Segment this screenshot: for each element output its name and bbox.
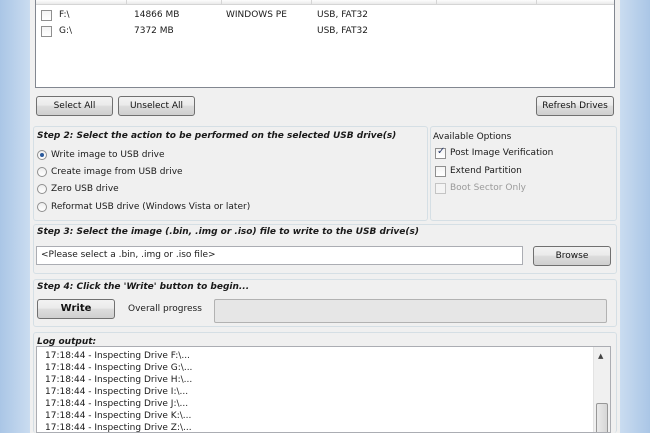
extend-partition-label[interactable]: Extend Partition <box>450 166 522 176</box>
log-line: 17:18:44 - Inspecting Drive F:\... <box>45 351 190 361</box>
log-output[interactable]: 17:18:44 - Inspecting Drive F:\... 17:18… <box>36 346 611 433</box>
reformat-drive-label[interactable]: Reformat USB drive (Windows Vista or lat… <box>51 202 250 212</box>
write-button[interactable]: Write <box>37 299 115 319</box>
refresh-drives-button[interactable]: Refresh Drives <box>536 96 614 116</box>
options-title: Available Options <box>433 132 512 142</box>
write-image-radio[interactable] <box>37 150 47 160</box>
app-client-area: F:\ 14866 MB WINDOWS PE USB, FAT32 G:\ 7… <box>30 0 620 433</box>
log-line: 17:18:44 - Inspecting Drive Z:\... <box>45 423 192 433</box>
write-image-label[interactable]: Write image to USB drive <box>51 150 165 160</box>
zero-drive-radio[interactable] <box>37 184 47 194</box>
drive-type: USB, FAT32 <box>317 10 368 20</box>
drive-row[interactable]: F:\ 14866 MB WINDOWS PE USB, FAT32 <box>36 7 614 23</box>
log-line: 17:18:44 - Inspecting Drive H:\... <box>45 375 193 385</box>
browse-button[interactable]: Browse <box>533 246 611 266</box>
log-scrollbar[interactable]: ▲ <box>593 347 610 432</box>
step2-title: Step 2: Select the action to be performe… <box>37 131 397 141</box>
drive-list[interactable]: F:\ 14866 MB WINDOWS PE USB, FAT32 G:\ 7… <box>35 0 615 88</box>
create-image-radio[interactable] <box>37 167 47 177</box>
select-all-button[interactable]: Select All <box>36 96 113 116</box>
drive-list-header[interactable] <box>36 0 614 5</box>
drive-checkbox[interactable] <box>41 26 52 37</box>
scroll-thumb[interactable] <box>596 403 608 432</box>
step3-title: Step 3: Select the image (.bin, .img or … <box>37 227 419 237</box>
unselect-all-button[interactable]: Unselect All <box>118 96 195 116</box>
log-line: 17:18:44 - Inspecting Drive G:\... <box>45 363 193 373</box>
zero-drive-label[interactable]: Zero USB drive <box>51 184 119 194</box>
overall-progress-bar <box>214 299 607 323</box>
boot-sector-only-label: Boot Sector Only <box>450 183 526 193</box>
drive-size: 7372 MB <box>134 26 174 36</box>
log-line: 17:18:44 - Inspecting Drive I:\... <box>45 387 189 397</box>
post-image-verification-checkbox[interactable] <box>435 146 446 159</box>
window-frame-left <box>0 0 30 433</box>
drive-row[interactable]: G:\ 7372 MB USB, FAT32 <box>36 23 614 39</box>
post-image-verification-label[interactable]: Post Image Verification <box>450 148 553 158</box>
drive-letter: F:\ <box>59 10 70 20</box>
drive-label: WINDOWS PE <box>226 10 287 20</box>
log-line: 17:18:44 - Inspecting Drive K:\... <box>45 411 192 421</box>
overall-progress-label: Overall progress <box>128 304 202 314</box>
drive-checkbox[interactable] <box>41 10 52 21</box>
reformat-drive-radio[interactable] <box>37 202 47 212</box>
extend-partition-checkbox[interactable] <box>435 166 446 177</box>
scroll-up-arrow-icon[interactable]: ▲ <box>598 352 603 360</box>
boot-sector-only-checkbox <box>435 183 446 194</box>
image-file-input[interactable]: <Please select a .bin, .img or .iso file… <box>36 246 523 265</box>
create-image-label[interactable]: Create image from USB drive <box>51 167 183 177</box>
drive-size: 14866 MB <box>134 10 180 20</box>
step4-title: Step 4: Click the 'Write' button to begi… <box>37 282 250 292</box>
drive-type: USB, FAT32 <box>317 26 368 36</box>
drive-letter: G:\ <box>59 26 73 36</box>
window-frame-right <box>620 0 650 433</box>
log-line: 17:18:44 - Inspecting Drive J:\... <box>45 399 189 409</box>
